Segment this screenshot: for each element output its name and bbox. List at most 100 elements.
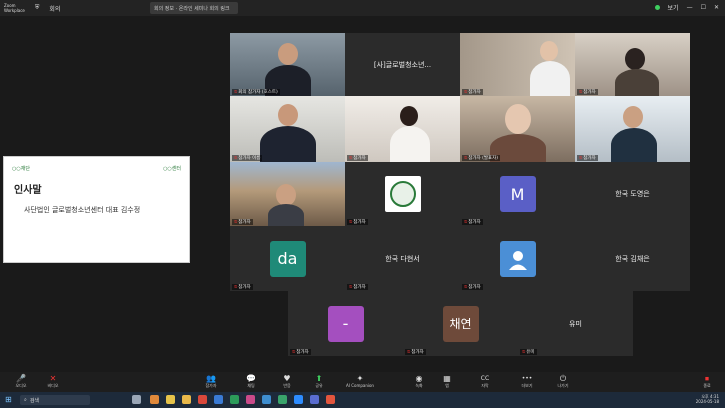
participant-name: ⦸참가자 [347,155,368,161]
participant-head [505,104,531,134]
end-call-icon: ⏹ [705,374,709,383]
video-button[interactable]: ✕ 비디오 [42,374,64,390]
app-icon[interactable] [214,395,223,404]
slide-logo-right: ○○센터 [163,166,181,172]
status-dot-icon [654,5,660,10]
mic-icon: 🎤 [16,374,26,383]
video-tile[interactable]: ⦸회의 참가자 (호스트) [230,33,345,96]
avatar: M [499,176,536,212]
app-icon[interactable] [310,395,319,404]
mic-muted-icon: ⦸ [349,219,353,225]
participant-head [278,43,298,65]
shield-icon[interactable]: ⛨ [35,4,40,12]
video-tile[interactable]: 한국 김채은 [575,226,690,291]
participant-head [278,104,298,126]
participant-body [615,69,659,96]
participant-name: ⦸참가자 [347,219,368,225]
participant-name: ⦸참가자 [462,219,483,225]
participant-name: ⦸참가자 [232,284,253,290]
app-icon[interactable] [230,395,239,404]
caption-button[interactable]: CC 자막 [474,374,496,390]
video-tile[interactable]: ⦸참가자 [345,162,460,226]
video-tile[interactable]: ⦸참가자 [575,33,690,96]
record-icon: ◉ [415,374,423,383]
mic-muted-icon: ⦸ [464,89,468,95]
mic-muted-icon: ⦸ [464,284,468,290]
folder-icon[interactable] [182,395,191,404]
taskbar-search[interactable]: ⌕ 검색 [20,395,90,405]
chrome-icon[interactable] [166,395,175,404]
participant-body [530,61,570,96]
app-icon[interactable] [198,395,207,404]
apps-button[interactable]: ▦ 앱 [436,374,458,390]
video-tile[interactable]: 채연 ⦸참가자 [403,291,518,356]
participant-head [540,41,558,61]
video-tile[interactable]: ⦸참가자 [460,226,575,291]
slide-title: 인사말 [14,185,42,196]
video-tile[interactable]: ⦸참가자 이름 [230,96,345,162]
app-icon[interactable] [262,395,271,404]
participants-button[interactable]: 👥 참가자 [200,374,222,390]
video-tile[interactable]: ⦸참가자 [460,33,575,96]
react-button[interactable]: ♥ 반응 [276,374,298,390]
video-tile[interactable]: ⦸참가자 [345,96,460,162]
app-icon[interactable] [326,395,335,404]
avatar: 채연 [442,305,479,342]
video-tile[interactable]: 한국 다현서 ⦸참가자 [345,226,460,291]
leave-button[interactable]: ⏻ 나가기 [552,374,574,390]
video-tile-active-speaker[interactable]: ⦸참가자 (발표자) [460,96,575,162]
meeting-toolbar: 🎤 오디오 ✕ 비디오 👥 참가자 💬 채팅 ♥ 반응 ⬆ 공유 ✦ AI Co… [0,372,725,392]
more-button[interactable]: ••• 더보기 [516,374,538,390]
taskview-icon[interactable] [132,395,141,404]
audio-button[interactable]: 🎤 오디오 [10,374,32,390]
end-button[interactable]: ⏹ 종료 [696,374,718,390]
chat-button[interactable]: 💬 채팅 [240,374,262,390]
participant-head [625,48,645,70]
search-icon: ⌕ [24,397,27,403]
video-tile[interactable]: [사]글로벌청소년... [345,33,460,96]
record-button[interactable]: ◉ 녹화 [408,374,430,390]
video-tile[interactable]: M ⦸참가자 [460,162,575,226]
zoom-icon[interactable] [294,395,303,404]
close-icon[interactable]: ✕ [714,4,719,11]
participant-name-center: 한국 김채은 [615,254,650,263]
video-tile[interactable]: ⦸참가자 [575,96,690,162]
participant-name-center: 한국 다현서 [385,254,420,263]
ai-companion-button[interactable]: ✦ AI Companion [340,374,380,390]
video-tile[interactable]: 한국 도영은 [575,162,690,226]
app-icon[interactable] [246,395,255,404]
maximize-icon[interactable]: ☐ [701,4,706,11]
windows-start-icon[interactable]: ⊞ [5,395,12,404]
video-tile[interactable]: ⦸참가자 [230,162,345,226]
participant-head [276,184,296,206]
app-icon[interactable] [278,395,287,404]
participant-head [400,106,418,126]
participant-head [623,106,643,128]
participant-name: ⦸회의 참가자 (호스트) [232,89,280,95]
participant-name: ⦸참가자 [347,284,368,290]
browser-icon[interactable] [150,395,159,404]
mic-muted-icon: ⦸ [464,155,468,161]
window-title-pill[interactable]: 회의 정보 · 온라인 세미나 회의 링크 [150,2,238,14]
shared-slide: ○○재단 ○○센터 인사말 사단법인 글로벌청소년센터 대표 김수정 [3,156,190,263]
participant-name: ⦸참가자 [290,349,311,355]
caption-icon: CC [480,375,490,382]
more-icon: ••• [521,375,533,382]
mic-muted-icon: ⦸ [234,155,238,161]
system-clock[interactable]: 오후 4:31 2024-05-18 [696,394,719,404]
video-tile[interactable]: 유미 ⦸유미 [518,291,633,356]
participant-name: ⦸참가자 [405,349,426,355]
leave-icon: ⏻ [559,374,567,383]
video-off-icon: ✕ [49,374,57,383]
minimize-icon[interactable]: — [687,4,693,11]
share-button[interactable]: ⬆ 공유 [308,374,330,390]
react-icon: ♥ [283,374,291,383]
video-tile[interactable]: - ⦸참가자 [288,291,403,356]
app-name: Zoom Workplace [4,3,25,13]
participant-name: ⦸참가자 [577,89,598,95]
share-icon: ⬆ [315,374,323,383]
video-tile[interactable]: da ⦸참가자 [230,226,345,291]
participant-body [268,204,304,226]
view-button[interactable]: 보기 [668,3,679,12]
meeting-tab[interactable]: 회의 [49,4,60,13]
